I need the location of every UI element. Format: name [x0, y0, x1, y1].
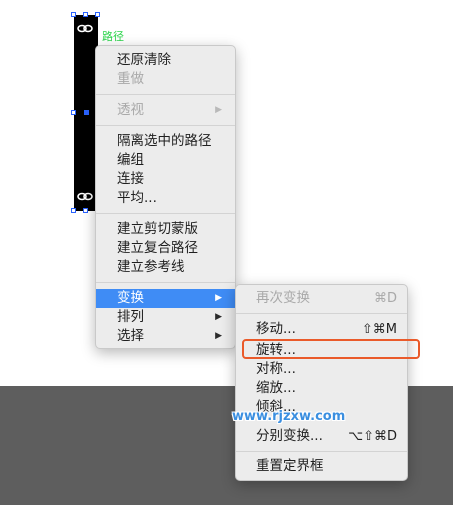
context-menu: 还原清除 重做 透视 ▶ 隔离选中的路径 编组 连接 平均... 建立剪切蒙版 建…: [95, 45, 236, 349]
menu-item-perspective: 透视 ▶: [117, 102, 222, 118]
link-icon: [77, 192, 93, 201]
menu-item-join[interactable]: 连接: [96, 170, 235, 189]
bbox-handle-bm[interactable]: [83, 208, 88, 213]
submenu-item-scale[interactable]: 缩放...: [236, 379, 407, 398]
menu-item-make-clipping-mask[interactable]: 建立剪切蒙版: [96, 220, 235, 239]
center-point: [84, 110, 89, 115]
chevron-right-icon: ▶: [215, 293, 222, 303]
chevron-right-icon: ▶: [215, 105, 222, 115]
transform-submenu: 再次变换 ⌘D 移动... ⇧⌘M 旋转... 对称... 缩放... 倾斜... …: [235, 284, 408, 481]
bbox-handle-tl[interactable]: [71, 12, 76, 17]
chevron-right-icon: ▶: [215, 312, 222, 322]
menu-item-redo: 重做: [117, 71, 144, 87]
shortcut-label: ⌥⇧⌘D: [348, 429, 397, 444]
menu-separator: [96, 213, 235, 214]
bbox-handle-bl[interactable]: [71, 208, 76, 213]
menu-item-restore-clear[interactable]: 还原清除: [96, 51, 235, 70]
menu-separator: [96, 94, 235, 95]
menu-separator: [236, 451, 407, 452]
menu-separator: [236, 313, 407, 314]
menu-item-average[interactable]: 平均...: [96, 189, 235, 208]
link-icon: [77, 24, 93, 33]
submenu-item-transform-each[interactable]: 分别变换... ⌥⇧⌘D: [236, 427, 407, 446]
submenu-item-reset-bounding-box[interactable]: 重置定界框: [236, 457, 407, 476]
shortcut-label: ⌘D: [373, 291, 397, 306]
menu-separator: [96, 125, 235, 126]
bbox-handle-tm[interactable]: [83, 12, 88, 17]
menu-item-isolate-path[interactable]: 隔离选中的路径: [96, 132, 235, 151]
watermark: www.rjzxw.com: [232, 409, 346, 424]
submenu-item-reflect[interactable]: 对称...: [236, 360, 407, 379]
bbox-handle-tr[interactable]: [95, 12, 100, 17]
submenu-item-move[interactable]: 移动... ⇧⌘M: [236, 320, 407, 339]
menu-item-group[interactable]: 编组: [96, 151, 235, 170]
menu-item-make-compound-path[interactable]: 建立复合路径: [96, 239, 235, 258]
bbox-handle-ml[interactable]: [71, 110, 76, 115]
rotate-highlight-box: [242, 339, 420, 359]
menu-item-select[interactable]: 选择 ▶: [96, 327, 235, 346]
submenu-item-transform-again: 再次变换 ⌘D: [256, 290, 397, 306]
path-smart-guide-label: 路径: [102, 30, 124, 43]
chevron-right-icon: ▶: [215, 331, 222, 341]
menu-item-transform[interactable]: 变换 ▶: [96, 289, 235, 308]
shortcut-label: ⇧⌘M: [361, 322, 397, 337]
menu-item-arrange[interactable]: 排列 ▶: [96, 308, 235, 327]
menu-item-make-guides[interactable]: 建立参考线: [96, 258, 235, 277]
menu-separator: [96, 282, 235, 283]
